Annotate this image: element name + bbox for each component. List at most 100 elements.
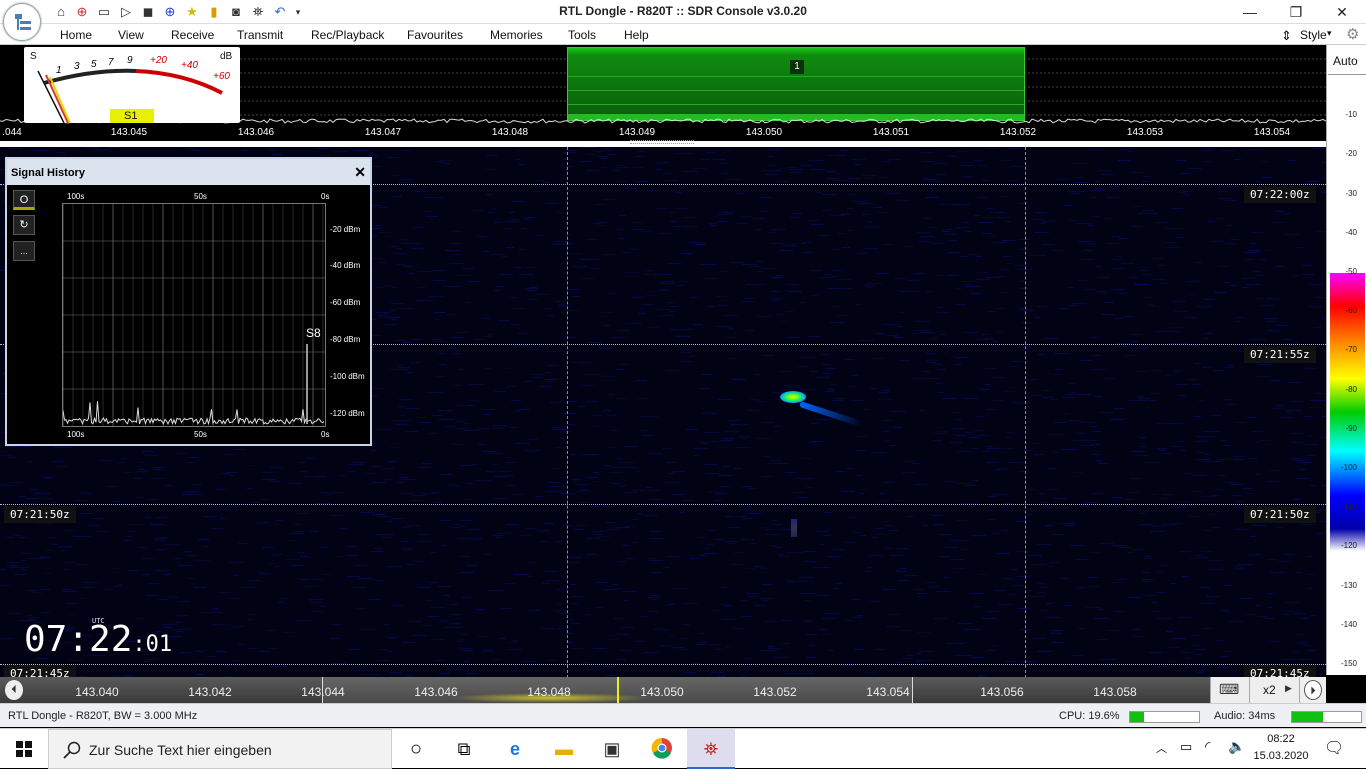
freq-tick: 143.045 (110, 127, 148, 138)
start-button[interactable] (0, 729, 48, 769)
dbm-tick: -10 (1345, 110, 1357, 119)
taskbar-search-box[interactable]: Zur Suche Text hier eingeben (48, 729, 392, 769)
app-menu-button[interactable] (3, 3, 41, 41)
tuning-cursor[interactable] (617, 677, 619, 703)
ruler-label: 143.052 (753, 685, 797, 699)
history-y-label: -120 dBm (330, 409, 365, 418)
history-y-label: -60 dBm (330, 298, 361, 307)
passband-left-edge (567, 147, 568, 678)
dbm-tick: -30 (1345, 189, 1357, 198)
zoom-arrow-icon[interactable]: ▶ (1285, 683, 1292, 694)
dbm-tick: -20 (1345, 149, 1357, 158)
dbm-scale[interactable]: Auto -10 -20 -30 -40 -50 -60 -70 -80 -90… (1326, 45, 1366, 675)
signal-history-close-button[interactable]: ✕ (354, 164, 366, 181)
menu-rec-playback[interactable]: Rec/Playback (311, 28, 384, 42)
meter-scale-3: 3 (74, 61, 80, 72)
meter-scale-40: +40 (181, 60, 198, 71)
keyboard-icon[interactable]: ⌨ (1219, 681, 1239, 698)
windows-taskbar: Zur Suche Text hier eingeben ○ ⧉ e ▬ ▣ ⛯… (0, 728, 1366, 769)
tray-clock-date[interactable]: 15.03.2020 (1253, 750, 1309, 762)
style-dropdown-icon[interactable]: ▾ (1327, 28, 1332, 39)
more-options-button[interactable]: ... (13, 241, 35, 261)
style-menu[interactable]: Style (1300, 28, 1327, 42)
frequency-ruler[interactable]: ⏴ 143.040 143.042 143.044 143.046 143.04… (0, 677, 1326, 703)
freq-tick: 143.054 (1253, 127, 1291, 138)
cortana-icon[interactable]: ○ (404, 737, 428, 761)
file-explorer-icon[interactable]: ▬ (552, 737, 576, 761)
windows-logo-icon (16, 741, 32, 757)
history-signal-trace (62, 401, 325, 426)
meter-scale-5: 5 (91, 59, 97, 70)
history-x-label: 0s (321, 192, 330, 201)
search-icon (63, 741, 81, 759)
signal-history-panel[interactable]: Signal History ✕ O ↻ ... 100s 50s 0s -20… (5, 157, 372, 446)
freq-tick: 143.049 (618, 127, 656, 138)
menu-receive[interactable]: Receive (171, 28, 214, 42)
audio-status: Audio: 34ms (1214, 710, 1276, 722)
ruler-label: 143.054 (866, 685, 910, 699)
dbm-tick: -110 (1341, 502, 1357, 511)
notifications-icon[interactable]: 🗨 (1324, 738, 1344, 758)
wifi-icon[interactable]: ◜ (1205, 738, 1210, 755)
receive-passband[interactable]: 1 (567, 47, 1025, 121)
cpu-status: CPU: 19.6% (1059, 710, 1120, 722)
clock-seconds: :01 (132, 632, 173, 657)
edge-browser-icon[interactable]: e (503, 737, 527, 761)
menu-tools[interactable]: Tools (568, 28, 596, 42)
chrome-icon[interactable] (650, 737, 674, 761)
history-x-label: 100s (67, 430, 85, 439)
history-x-label: 50s (194, 430, 207, 439)
menu-bar: Home View Receive Transmit Rec/Playback … (0, 24, 1366, 45)
menu-view[interactable]: View (118, 28, 144, 42)
window-title: RTL Dongle - R820T :: SDR Console v3.0.2… (559, 4, 807, 18)
store-icon[interactable]: ▣ (600, 737, 624, 761)
passband-number: 1 (790, 60, 804, 74)
spectrum-display[interactable]: 1 S dB 1 3 5 7 9 +20 +40 +60 S1 .044 143… (0, 45, 1326, 141)
s-meter: S dB 1 3 5 7 9 +20 +40 +60 S1 (24, 47, 240, 124)
scroll-right-icon[interactable]: ⏵ (1304, 680, 1322, 700)
sdr-console-window: ⌂ ⊕ ▭ ▷ ◼ ⊕ ★ ▮ ◙ ⛯ ↶ ▾ RTL Dongle - R82… (0, 0, 1366, 769)
passband-right-edge (1025, 147, 1026, 678)
audio-meter-fill (1292, 712, 1324, 722)
freq-tick: 143.052 (999, 127, 1037, 138)
tray-expand-icon[interactable]: ︿ (1156, 740, 1167, 756)
record-toggle-button[interactable]: O (13, 190, 35, 210)
menu-favourites[interactable]: Favourites (407, 28, 463, 42)
menu-transmit[interactable]: Transmit (237, 28, 283, 42)
dbm-tick: -50 (1345, 267, 1357, 276)
time-line (0, 504, 1326, 505)
menu-home[interactable]: Home (60, 28, 92, 42)
time-label-right: 07:21:55z (1244, 346, 1316, 363)
zoom-level[interactable]: x2 (1263, 683, 1276, 697)
sdr-console-taskbar-button[interactable]: ⛯ (687, 729, 735, 769)
volume-icon[interactable]: 🔈 (1228, 738, 1245, 755)
settings-gear-icon[interactable]: ⚙ (1346, 25, 1359, 43)
reset-button[interactable]: ↻ (13, 215, 35, 235)
ruler-label: 143.050 (640, 685, 684, 699)
freq-tick: 143.048 (491, 127, 529, 138)
splitter-grip[interactable] (630, 140, 694, 144)
style-spinner-icon[interactable]: ⇕ (1281, 28, 1292, 44)
freq-tick: 143.051 (872, 127, 910, 138)
meter-scale-7: 7 (108, 57, 114, 68)
scroll-left-icon[interactable]: ⏴ (5, 680, 23, 700)
clock-hm: 07:22 (24, 619, 133, 660)
cpu-meter-fill (1130, 712, 1144, 722)
signal-history-header[interactable]: Signal History ✕ (7, 159, 370, 185)
task-view-icon[interactable]: ⧉ (452, 737, 476, 761)
dbm-tick: -80 (1345, 385, 1357, 394)
maximize-button[interactable]: ❐ (1276, 2, 1316, 22)
minimize-button[interactable]: — (1230, 2, 1270, 22)
history-x-label: 100s (67, 192, 85, 201)
menu-help[interactable]: Help (624, 28, 649, 42)
history-y-label: -40 dBm (330, 261, 361, 270)
meter-scale-9: 9 (127, 55, 133, 66)
ruler-label: 143.048 (527, 685, 571, 699)
freq-tick: 143.050 (745, 127, 783, 138)
device-status: RTL Dongle - R820T, BW = 3.000 MHz (8, 710, 198, 722)
tray-clock-time[interactable]: 08:22 (1253, 733, 1309, 745)
close-button[interactable]: ✕ (1322, 2, 1362, 22)
menu-memories[interactable]: Memories (490, 28, 543, 42)
dbm-tick: -70 (1345, 345, 1357, 354)
battery-icon[interactable]: ▭ (1180, 739, 1192, 755)
